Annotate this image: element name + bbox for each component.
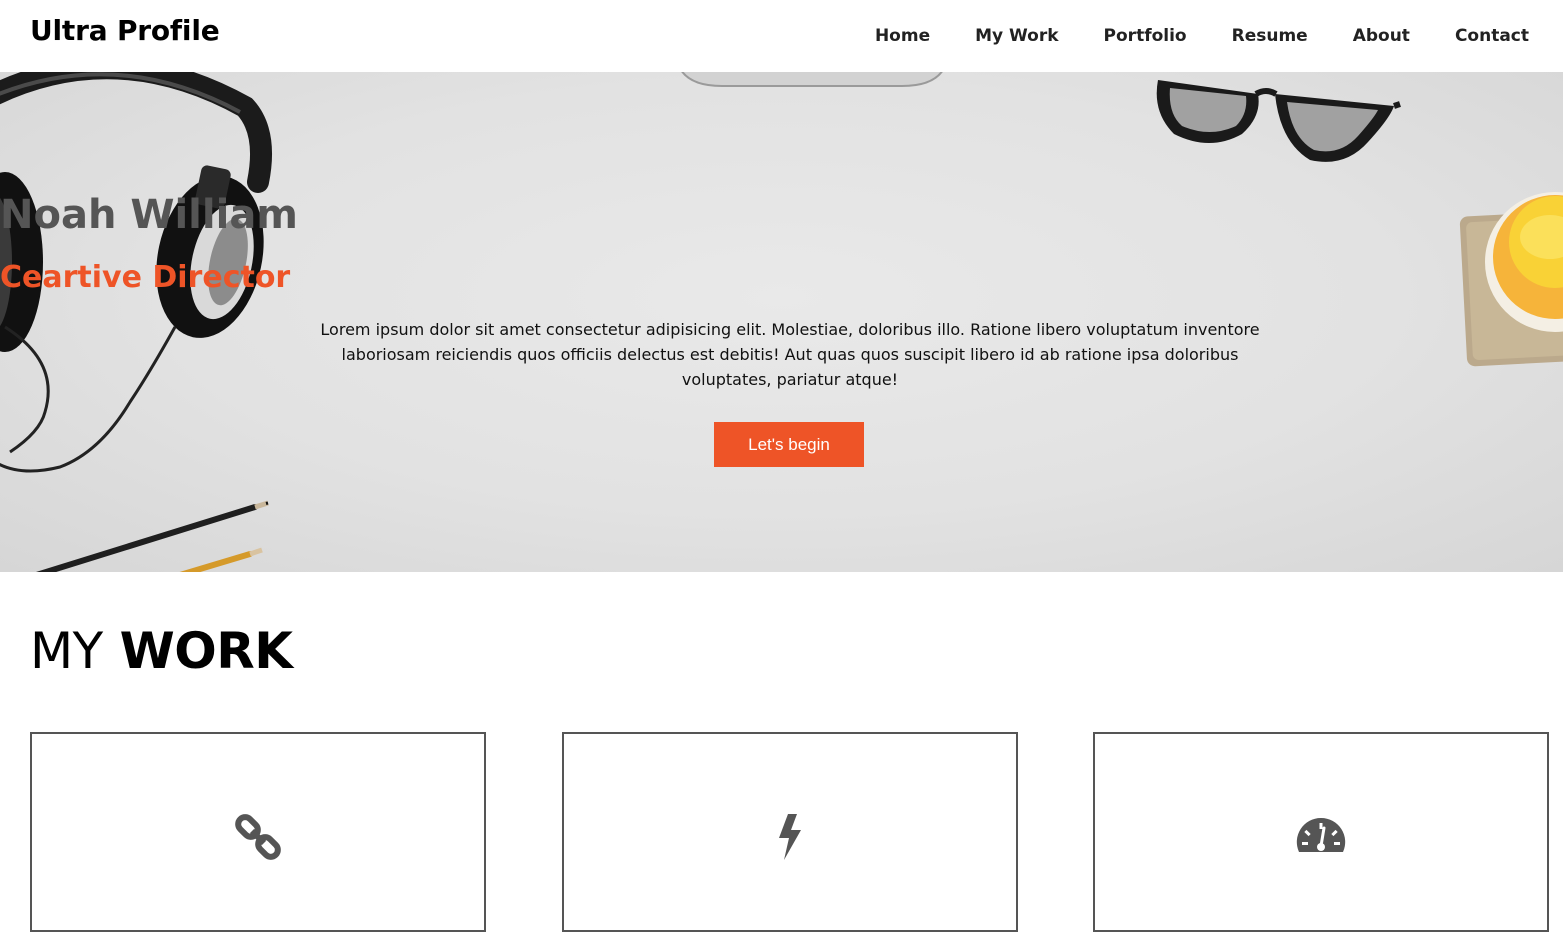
my-work-heading-bold: WORK	[119, 622, 293, 680]
hero-section: Noah William Ceartive Director Lorem ips…	[0, 72, 1563, 572]
work-card-bolt[interactable]	[562, 732, 1018, 932]
my-work-heading: MY WORK	[30, 622, 293, 680]
my-work-heading-light: MY	[30, 622, 103, 680]
glasses-decoration	[1156, 80, 1401, 162]
nav-link-home[interactable]: Home	[875, 26, 930, 46]
nav-link-about[interactable]: About	[1353, 26, 1410, 46]
nav-link-contact[interactable]: Contact	[1455, 26, 1529, 46]
nav-link-resume[interactable]: Resume	[1232, 26, 1308, 46]
nav-link-portfolio[interactable]: Portfolio	[1104, 26, 1187, 46]
work-card-speedometer[interactable]	[1093, 732, 1549, 932]
work-card-link[interactable]	[30, 732, 486, 932]
hero-name: Noah William	[0, 192, 298, 238]
link-icon	[235, 814, 281, 860]
lets-begin-button[interactable]: Let's begin	[714, 422, 864, 467]
main-nav: Home My Work Portfolio Resume About Cont…	[830, 0, 1529, 72]
hero-role: Ceartive Director	[0, 260, 291, 295]
top-navbar: Ultra Profile Home My Work Portfolio Res…	[0, 0, 1563, 72]
laptop-decoration	[681, 72, 943, 87]
hero-description: Lorem ipsum dolor sit amet consectetur a…	[320, 320, 1260, 389]
nav-link-my-work[interactable]: My Work	[975, 26, 1058, 46]
bolt-icon	[779, 814, 801, 860]
brand-logo-text[interactable]: Ultra Profile	[30, 14, 220, 47]
speedometer-icon	[1296, 817, 1346, 852]
pencils-decoration	[35, 500, 269, 572]
